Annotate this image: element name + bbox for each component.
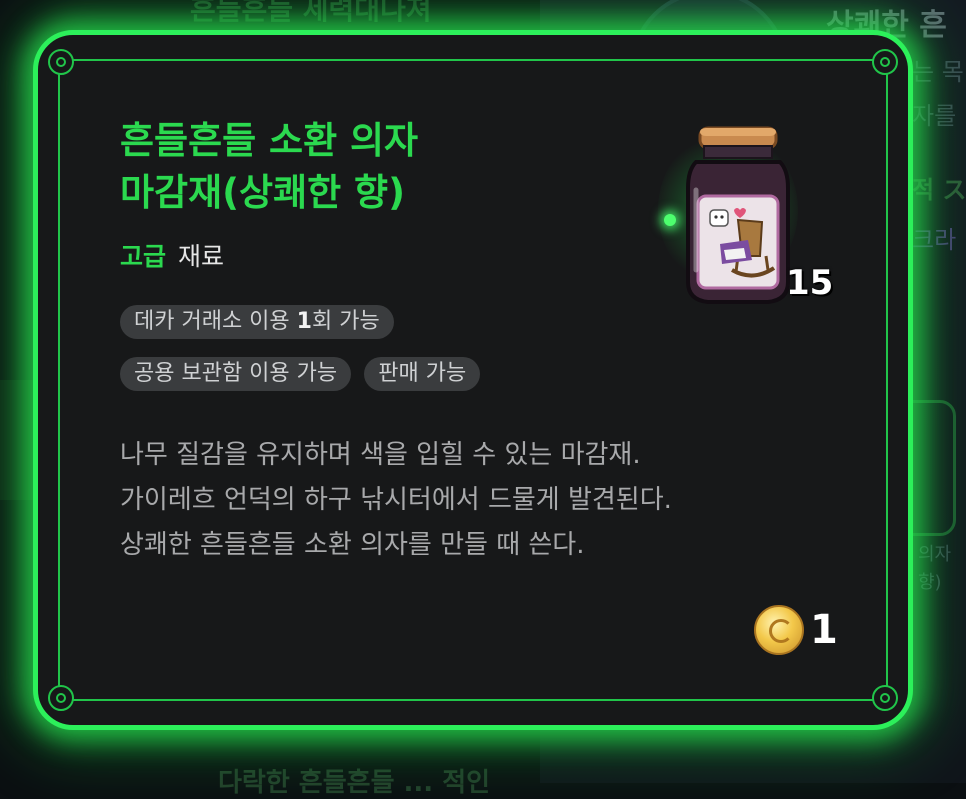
tag-row-1: 데카 거래소 이용 1회 가능	[120, 305, 402, 339]
item-title-line-2: 마감재(상쾌한 향)	[120, 171, 405, 214]
sellable-tag: 판매 가능	[364, 357, 481, 391]
item-grade: 고급	[120, 242, 167, 271]
frame-corner-ornament	[48, 685, 74, 711]
trade-limit-count: 1	[296, 309, 312, 334]
price-value: 1	[810, 607, 838, 653]
background-text: 적 ス	[912, 176, 966, 204]
shared-storage-tag: 공용 보관함 이용 가능	[120, 357, 352, 391]
item-grade-line: 고급 재료	[120, 237, 224, 273]
item-title: 흔들흔들 소환 의자 마감재(상쾌한 향)	[120, 115, 600, 219]
background-bottom-text: 다락한 흔들흔들 ... 적인	[218, 768, 491, 798]
trade-limit-suffix: 회 가능	[311, 309, 380, 334]
frame-corner-ornament	[872, 685, 898, 711]
tag-row-2: 공용 보관함 이용 가능 판매 가능	[120, 357, 488, 391]
background-text: 의자	[918, 544, 952, 565]
background-text: 자를	[912, 102, 957, 130]
description-line: 가이레흐 언덕의 하구 낚시터에서 드물게 발견된다.	[120, 485, 672, 515]
item-category: 재료	[177, 242, 224, 271]
background-text: 향)	[918, 572, 942, 593]
item-price: 1	[754, 603, 838, 657]
background-text: 크라	[912, 226, 957, 254]
trade-limit-tag: 데카 거래소 이용 1회 가능	[120, 305, 394, 339]
item-title-line-1: 흔들흔들 소환 의자	[120, 119, 419, 162]
item-tooltip-card: 흔들흔들 소환 의자 마감재(상쾌한 향) 고급 재료 데카 거래소 이용 1회…	[33, 30, 913, 730]
background-top-text: 흔들흔들 세력대나져	[190, 0, 432, 26]
description-line: 상쾌한 흔들흔들 소환 의자를 만들 때 쓴다.	[120, 530, 585, 560]
trade-limit-prefix: 데카 거래소 이용	[134, 309, 297, 334]
item-description: 나무 질감을 유지하며 색을 입힐 수 있는 마감재. 가이레흐 언덕의 하구 …	[120, 433, 860, 568]
description-line: 나무 질감을 유지하며 색을 입힐 수 있는 마감재.	[120, 440, 641, 470]
item-count: 15	[786, 263, 834, 303]
frame-corner-ornament	[48, 49, 74, 75]
background-text: 는 목	[912, 58, 964, 86]
gold-coin-icon	[754, 605, 804, 655]
frame-corner-ornament	[872, 49, 898, 75]
